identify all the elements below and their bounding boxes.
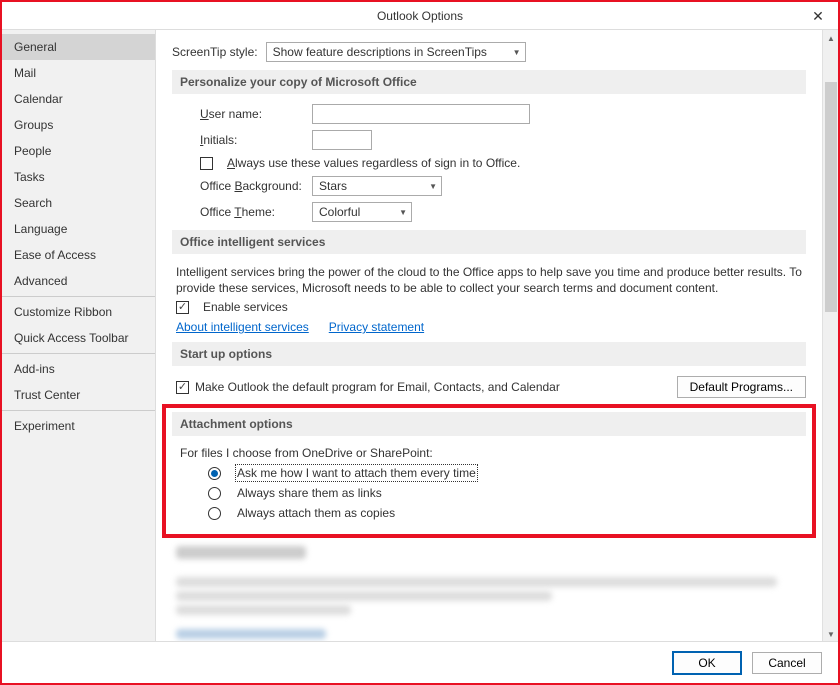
screentip-dropdown[interactable]: Show feature descriptions in ScreenTips … [266, 42, 526, 62]
enable-services-checkbox[interactable] [176, 301, 189, 314]
theme-dropdown[interactable]: Colorful ▼ [312, 202, 412, 222]
sidebar-item-general[interactable]: General [2, 34, 155, 60]
attachment-option-label: Always attach them as copies [237, 506, 395, 520]
initials-input[interactable] [312, 130, 372, 150]
sidebar-item-customize-ribbon[interactable]: Customize Ribbon [2, 299, 155, 325]
sidebar-item-experiment[interactable]: Experiment [2, 413, 155, 439]
background-value: Stars [319, 179, 347, 193]
always-use-checkbox[interactable] [200, 157, 213, 170]
always-use-label: Always use these values regardless of si… [227, 156, 520, 170]
sidebar-item-advanced[interactable]: Advanced [2, 268, 155, 294]
sidebar-item-calendar[interactable]: Calendar [2, 86, 155, 112]
chevron-down-icon: ▼ [399, 208, 407, 217]
sidebar-item-quick-access-toolbar[interactable]: Quick Access Toolbar [2, 325, 155, 351]
theme-value: Colorful [319, 205, 360, 219]
username-label: User name: [200, 107, 304, 121]
screentip-row: ScreenTip style: Show feature descriptio… [172, 42, 806, 62]
section-personalize: Personalize your copy of Microsoft Offic… [172, 70, 806, 94]
sidebar-item-mail[interactable]: Mail [2, 60, 155, 86]
scroll-up-button[interactable]: ▲ [823, 30, 839, 46]
attachment-radio-2[interactable] [208, 507, 221, 520]
sidebar-item-people[interactable]: People [2, 138, 155, 164]
attachment-radio-0[interactable] [208, 467, 221, 480]
screentip-label: ScreenTip style: [172, 45, 258, 59]
sidebar-separator [2, 296, 155, 297]
username-input[interactable] [312, 104, 530, 124]
screentip-value: Show feature descriptions in ScreenTips [273, 45, 487, 59]
sidebar-item-search[interactable]: Search [2, 190, 155, 216]
background-label: Office Background: [200, 179, 304, 193]
window-title: Outlook Options [377, 9, 463, 23]
attachment-highlight: Attachment options For files I choose fr… [162, 404, 816, 538]
attachment-desc: For files I choose from OneDrive or Shar… [180, 446, 806, 460]
make-default-label: Make Outlook the default program for Ema… [195, 380, 560, 394]
theme-label: Office Theme: [200, 205, 304, 219]
initials-label: Initials: [200, 133, 304, 147]
section-startup: Start up options [172, 342, 806, 366]
intelligent-desc: Intelligent services bring the power of … [176, 264, 802, 296]
content: ScreenTip style: Show feature descriptio… [156, 30, 822, 642]
enable-services-label: Enable services [203, 300, 288, 314]
attachment-option-label: Always share them as links [237, 486, 382, 500]
sidebar-item-trust-center[interactable]: Trust Center [2, 382, 155, 408]
attachment-radio-1[interactable] [208, 487, 221, 500]
attachment-option-label: Ask me how I want to attach them every t… [237, 466, 476, 480]
sidebar-item-add-ins[interactable]: Add-ins [2, 356, 155, 382]
privacy-statement-link[interactable]: Privacy statement [329, 320, 424, 334]
section-intelligent: Office intelligent services [172, 230, 806, 254]
section-attachment: Attachment options [172, 412, 806, 436]
title-bar: Outlook Options ✕ [2, 2, 838, 30]
ok-button[interactable]: OK [672, 651, 742, 675]
make-default-checkbox[interactable] [176, 381, 189, 394]
footer: OK Cancel [2, 641, 838, 683]
scroll-down-button[interactable]: ▼ [823, 626, 839, 642]
background-dropdown[interactable]: Stars ▼ [312, 176, 442, 196]
sidebar-item-groups[interactable]: Groups [2, 112, 155, 138]
cancel-button[interactable]: Cancel [752, 652, 822, 674]
sidebar-item-ease-of-access[interactable]: Ease of Access [2, 242, 155, 268]
chevron-down-icon: ▼ [513, 48, 521, 57]
close-button[interactable]: ✕ [798, 2, 838, 30]
blurred-section [172, 546, 806, 639]
content-wrap: ScreenTip style: Show feature descriptio… [156, 30, 838, 642]
default-programs-button[interactable]: Default Programs... [677, 376, 806, 398]
scroll-thumb[interactable] [825, 82, 837, 312]
about-intelligent-link[interactable]: About intelligent services [176, 320, 309, 334]
main-area: GeneralMailCalendarGroupsPeopleTasksSear… [2, 30, 838, 642]
scroll-track[interactable] [823, 46, 839, 626]
scrollbar[interactable]: ▲ ▼ [822, 30, 838, 642]
sidebar: GeneralMailCalendarGroupsPeopleTasksSear… [2, 30, 156, 642]
sidebar-separator [2, 353, 155, 354]
sidebar-item-language[interactable]: Language [2, 216, 155, 242]
sidebar-item-tasks[interactable]: Tasks [2, 164, 155, 190]
chevron-down-icon: ▼ [429, 182, 437, 191]
sidebar-separator [2, 410, 155, 411]
